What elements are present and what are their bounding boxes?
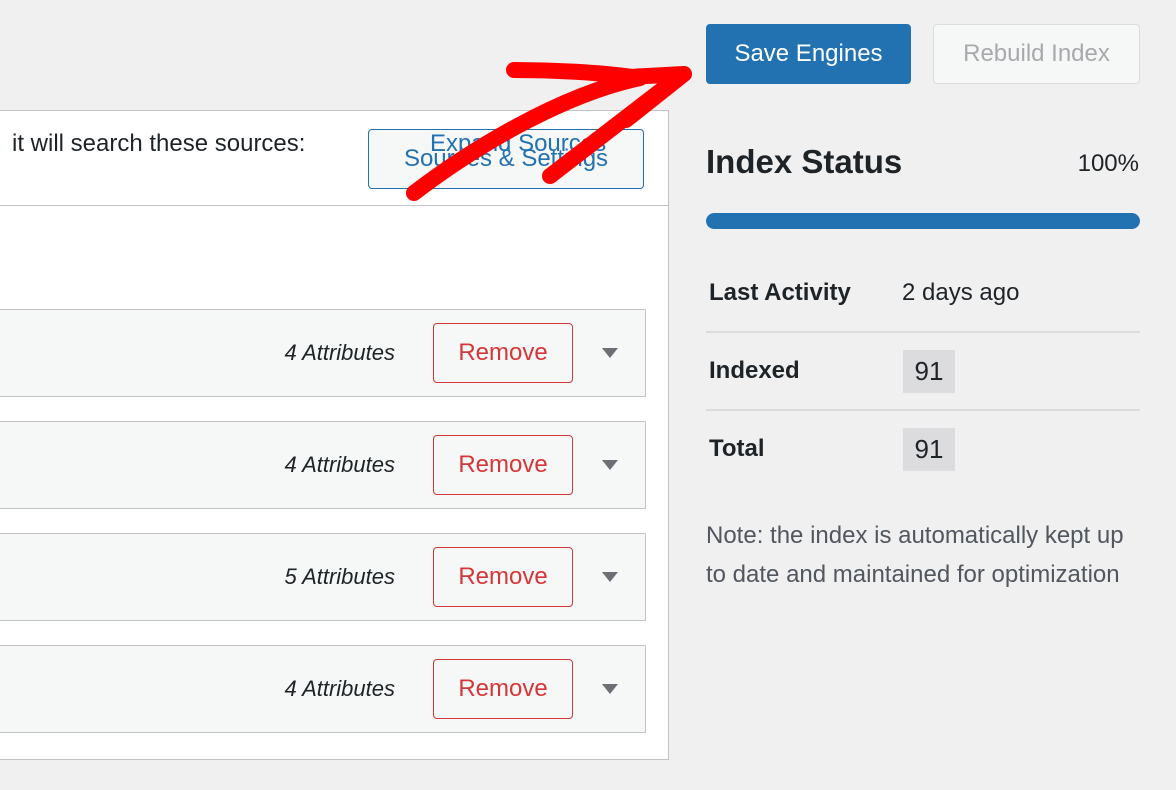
source-row: 4 Attributes Remove: [0, 421, 646, 509]
stat-label: Last Activity: [709, 279, 851, 306]
stat-label: Total: [709, 435, 765, 462]
index-status-percent: 100%: [1077, 150, 1139, 177]
save-engines-button[interactable]: Save Engines: [706, 24, 911, 84]
caret-down-icon[interactable]: [602, 572, 618, 582]
source-row: 4 Attributes Remove: [0, 645, 646, 733]
index-progress-fill: [706, 213, 1140, 229]
stat-value: 2 days ago: [902, 279, 1020, 306]
sources-intro-text: it will search these sources:: [12, 130, 306, 157]
stat-row-total: Total 91: [706, 411, 1140, 489]
index-progress-bar: [706, 213, 1140, 229]
stat-row-last-activity: Last Activity 2 days ago: [706, 255, 1140, 333]
expand-sources-link[interactable]: Expand Sources: [430, 130, 606, 158]
caret-down-icon[interactable]: [602, 348, 618, 358]
caret-down-icon[interactable]: [602, 684, 618, 694]
stat-value-badge: 91: [903, 350, 955, 393]
stat-value-badge: 91: [903, 428, 955, 471]
remove-source-button[interactable]: Remove: [433, 323, 573, 383]
attribute-count: 5 Attributes: [284, 564, 395, 589]
remove-source-button[interactable]: Remove: [433, 547, 573, 607]
source-row: 5 Attributes Remove: [0, 533, 646, 621]
stat-label: Indexed: [709, 357, 800, 384]
attribute-count: 4 Attributes: [284, 340, 395, 365]
index-note: Note: the index is automatically kept up…: [706, 522, 1124, 588]
stat-row-indexed: Indexed 91: [706, 333, 1140, 411]
remove-source-button[interactable]: Remove: [433, 435, 573, 495]
engine-panel-header: Sources & Settings: [0, 111, 668, 206]
source-row: 4 Attributes Remove: [0, 309, 646, 397]
attribute-count: 4 Attributes: [284, 452, 395, 477]
remove-source-button[interactable]: Remove: [433, 659, 573, 719]
attribute-count: 4 Attributes: [284, 676, 395, 701]
index-status-title: Index Status: [706, 143, 903, 180]
caret-down-icon[interactable]: [602, 460, 618, 470]
rebuild-index-button[interactable]: Rebuild Index: [933, 24, 1140, 84]
